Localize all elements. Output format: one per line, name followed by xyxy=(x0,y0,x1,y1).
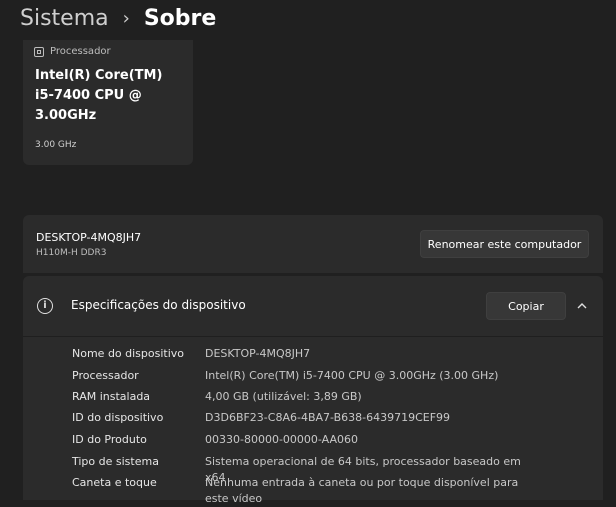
page-title: Sobre xyxy=(143,6,217,31)
spec-value: DESKTOP-4MQ8JH7 xyxy=(205,347,311,360)
device-name: DESKTOP-4MQ8JH7 xyxy=(36,231,142,244)
processor-tag: Processador xyxy=(34,46,111,57)
breadcrumb: Sistema › Sobre xyxy=(20,4,216,34)
device-name-card: DESKTOP-4MQ8JH7 H110M-H DDR3 Renomear es… xyxy=(23,215,603,273)
spec-value: Intel(R) Core(TM) i5-7400 CPU @ 3.00GHz … xyxy=(205,369,499,382)
chip-icon xyxy=(34,46,44,57)
divider xyxy=(23,336,603,337)
copy-button[interactable]: Copiar xyxy=(486,292,566,320)
processor-name: Intel(R) Core(TM) i5-7400 CPU @ 3.00GHz xyxy=(35,68,163,123)
spec-row-pen-touch: Caneta e toque Nenhuma entrada à caneta … xyxy=(23,475,603,505)
processor-card: Processador Intel(R) Core(TM) i5-7400 CP… xyxy=(23,40,193,165)
spec-label: RAM instalada xyxy=(72,390,151,403)
rename-computer-button[interactable]: Renomear este computador xyxy=(420,230,589,258)
spec-value: D3D6BF23-C8A6-4BA7-B638-6439719CEF99 xyxy=(205,411,451,424)
spec-row-system-type: Tipo de sistema Sistema operacional de 6… xyxy=(23,454,603,484)
processor-tag-label: Processador xyxy=(50,46,111,57)
info-icon: i xyxy=(37,298,53,314)
processor-speed: 3.00 GHz xyxy=(35,140,77,150)
spec-value: 4,00 GB (utilizável: 3,89 GB) xyxy=(205,390,362,403)
spec-row-ram: RAM instalada 4,00 GB (utilizável: 3,89 … xyxy=(23,389,603,411)
spec-row-device-id: ID do dispositivo D3D6BF23-C8A6-4BA7-B63… xyxy=(23,410,603,432)
spec-value: Nenhuma entrada à caneta ou por toque di… xyxy=(205,476,519,505)
spec-row-processor: Processador Intel(R) Core(TM) i5-7400 CP… xyxy=(23,368,603,390)
spec-label: ID do dispositivo xyxy=(72,411,164,424)
spec-value: 00330-80000-00000-AA060 xyxy=(205,433,358,446)
spec-label: ID do Produto xyxy=(72,433,147,446)
device-model: H110M-H DDR3 xyxy=(36,248,107,258)
breadcrumb-sistema[interactable]: Sistema xyxy=(20,4,109,34)
device-specifications-section: i Especificações do dispositivo Copiar N… xyxy=(23,276,603,505)
spec-row-product-id: ID do Produto 00330-80000-00000-AA060 xyxy=(23,432,603,454)
spec-label: Tipo de sistema xyxy=(72,455,159,468)
chevron-up-icon[interactable] xyxy=(576,300,588,312)
spec-label: Processador xyxy=(72,369,139,382)
spec-label: Nome do dispositivo xyxy=(72,347,185,360)
device-specifications-title: Especificações do dispositivo xyxy=(71,298,246,312)
breadcrumb-separator-icon: › xyxy=(122,8,130,29)
spec-label: Caneta e toque xyxy=(72,476,157,489)
device-specifications-header[interactable]: i Especificações do dispositivo Copiar xyxy=(23,276,603,336)
spec-row-device-name: Nome do dispositivo DESKTOP-4MQ8JH7 xyxy=(23,346,603,368)
